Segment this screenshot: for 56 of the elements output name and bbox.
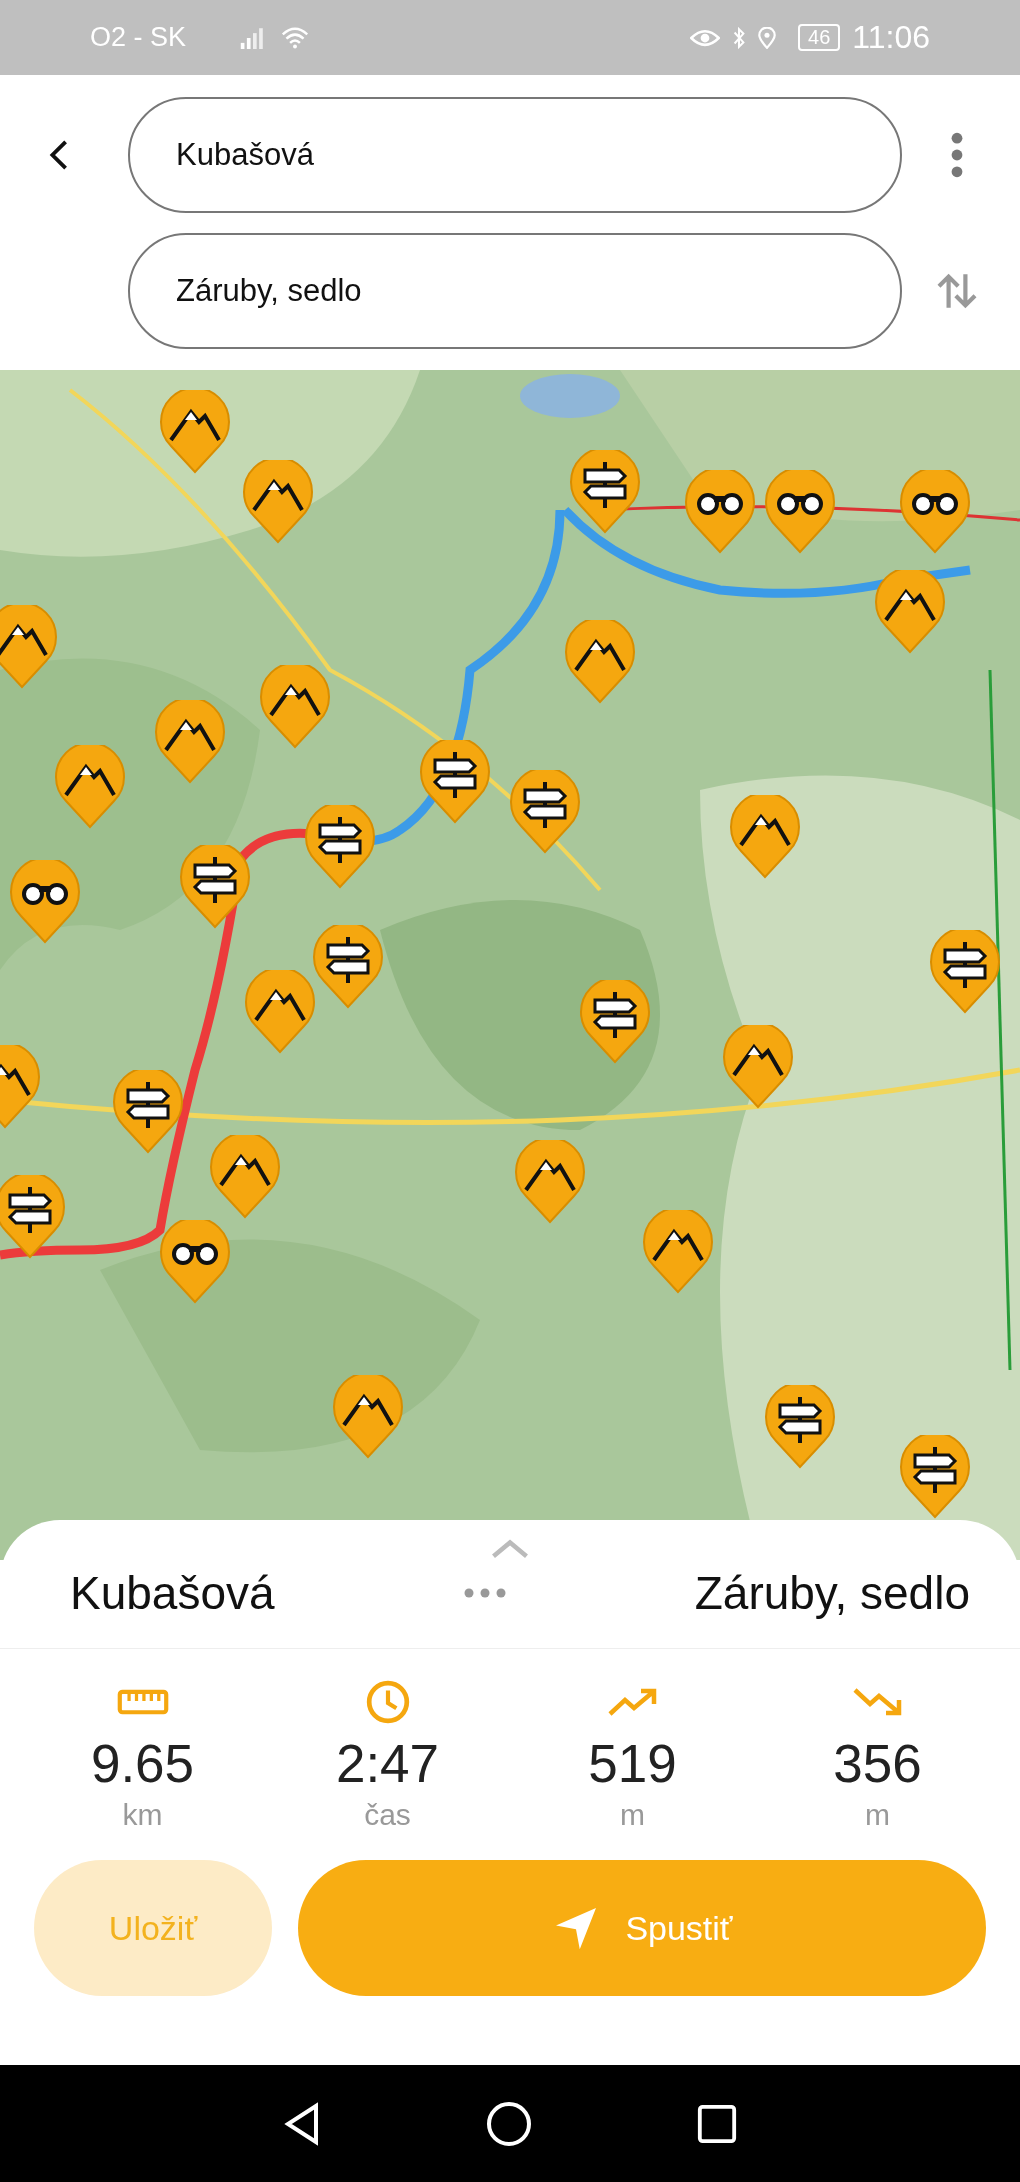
destination-field[interactable]: Záruby, sedlo [128, 232, 902, 349]
signpost-marker-icon[interactable] [569, 450, 641, 534]
start-name: Kubašová [70, 1566, 275, 1620]
dots-icon [462, 1588, 507, 1598]
peak-marker-icon[interactable] [154, 700, 226, 784]
peak-marker-icon[interactable] [722, 1025, 794, 1109]
peak-marker-icon[interactable] [244, 970, 316, 1054]
signpost-marker-icon[interactable] [112, 1070, 184, 1154]
signpost-marker-icon[interactable] [304, 805, 376, 889]
battery-level: 46 [798, 24, 841, 51]
peak-marker-icon[interactable] [564, 620, 636, 704]
peak-marker-icon[interactable] [729, 795, 801, 879]
peak-marker-icon[interactable] [54, 745, 126, 829]
stat-value: 519 [588, 1733, 677, 1794]
peak-marker-icon[interactable] [159, 390, 231, 474]
destination-name: Záruby, sedlo [694, 1566, 970, 1620]
signpost-marker-icon[interactable] [929, 930, 1001, 1014]
signpost-marker-icon[interactable] [509, 770, 581, 854]
clock: 11:06 [852, 19, 930, 56]
stat-unit: m [865, 1798, 890, 1832]
binoculars-marker-icon[interactable] [684, 470, 756, 554]
location-icon [758, 26, 777, 49]
signpost-marker-icon[interactable] [0, 1175, 66, 1259]
wifi-icon [280, 26, 311, 49]
signpost-marker-icon[interactable] [419, 740, 491, 824]
signpost-marker-icon[interactable] [899, 1435, 971, 1519]
peak-marker-icon[interactable] [874, 570, 946, 654]
stat-unit: km [122, 1798, 163, 1832]
peak-marker-icon[interactable] [642, 1210, 714, 1294]
eye-icon [690, 27, 721, 48]
start-field[interactable]: Kubašová [128, 96, 902, 213]
recents-nav-icon[interactable] [696, 2102, 739, 2145]
peak-marker-icon[interactable] [209, 1135, 281, 1219]
stat-value: 356 [833, 1733, 922, 1794]
clock-icon [364, 1679, 411, 1725]
more-icon [951, 130, 963, 179]
binoculars-marker-icon[interactable] [9, 860, 81, 944]
stat-unit: m [620, 1798, 645, 1832]
stat-unit: čas [364, 1798, 411, 1832]
stat-value: 9.65 [90, 1733, 195, 1794]
signpost-marker-icon[interactable] [312, 925, 384, 1009]
carrier-label: O2 - SK [90, 22, 187, 53]
peak-marker-icon[interactable] [259, 665, 331, 749]
binoculars-marker-icon[interactable] [764, 470, 836, 554]
binoculars-marker-icon[interactable] [899, 470, 971, 554]
peak-marker-icon[interactable] [0, 605, 58, 689]
signpost-marker-icon[interactable] [579, 980, 651, 1064]
bluetooth-icon [732, 26, 747, 49]
peak-marker-icon[interactable] [242, 460, 314, 544]
binoculars-marker-icon[interactable] [159, 1220, 231, 1304]
peak-marker-icon[interactable] [514, 1140, 586, 1224]
stat-value: 2:47 [335, 1733, 440, 1794]
home-nav-icon[interactable] [485, 2099, 533, 2148]
peak-marker-icon[interactable] [332, 1375, 404, 1459]
signpost-marker-icon[interactable] [179, 845, 251, 929]
signpost-marker-icon[interactable] [764, 1385, 836, 1469]
